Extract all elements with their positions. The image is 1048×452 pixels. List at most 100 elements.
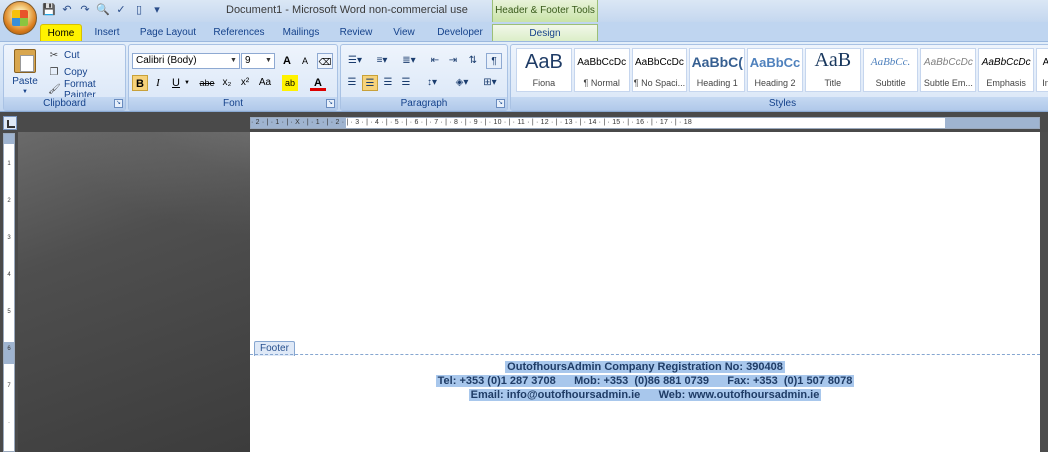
new-document-icon[interactable]: ▯ bbox=[132, 3, 146, 17]
shrink-font-button[interactable]: A bbox=[297, 53, 313, 69]
tab-developer[interactable]: Developer bbox=[432, 24, 488, 41]
style-tile[interactable]: AaBbCcDc Subtle Em... bbox=[920, 48, 977, 92]
style-tile[interactable]: AaBbCcDc ¶ No Spaci... bbox=[631, 48, 688, 92]
footer-content[interactable]: OutofhoursAdmin Company Registration No:… bbox=[250, 360, 1040, 402]
style-tile[interactable]: AaBbCcDc ¶ Normal bbox=[573, 48, 630, 92]
align-center-icon[interactable]: ☰ bbox=[362, 75, 378, 91]
ribbon-tab-bar: Home Insert Page Layout References Maili… bbox=[0, 22, 1048, 41]
paragraph-launcher-icon[interactable]: ↘ bbox=[496, 99, 505, 108]
horizontal-ruler[interactable]: · 2 · | · 1 · | · X · | · 1 · | · 2 · | … bbox=[250, 117, 1040, 129]
bold-button[interactable]: B bbox=[132, 75, 148, 91]
ruler-ticks: · 2 · | · 1 · | · X · | · 1 · | · 2 · | … bbox=[251, 119, 692, 126]
office-button[interactable] bbox=[3, 1, 37, 35]
print-preview-icon[interactable]: 🔍 bbox=[96, 3, 110, 17]
document-page[interactable]: Footer OutofhoursAdmin Company Registrat… bbox=[250, 132, 1040, 452]
style-tile[interactable]: AaBbCc Heading 2 bbox=[747, 48, 803, 92]
save-icon[interactable]: 💾 bbox=[42, 3, 56, 17]
workspace-background bbox=[18, 132, 250, 452]
font-size-value: 9 bbox=[245, 55, 251, 66]
tab-page-layout[interactable]: Page Layout bbox=[136, 24, 200, 41]
paste-label: Paste bbox=[12, 76, 38, 87]
chevron-down-icon[interactable]: ▼ bbox=[183, 75, 191, 91]
decrease-indent-icon[interactable]: ⇤ bbox=[427, 53, 443, 69]
tab-home[interactable]: Home bbox=[40, 24, 82, 41]
undo-icon[interactable]: ↶ bbox=[60, 3, 74, 17]
shading-icon[interactable]: ◈▾ bbox=[451, 75, 473, 91]
paragraph-group: ☰▾ ≡▾ ≣▾ ⇤ ⇥ ⇅ ¶ ☰ ☰ ☰ ☰ ↕▾ ◈▾ ⊞▾ Paragr… bbox=[340, 44, 508, 111]
style-tile[interactable]: AIn bbox=[1036, 48, 1048, 92]
footer-line-company[interactable]: OutofhoursAdmin Company Registration No:… bbox=[505, 361, 785, 373]
spelling-icon[interactable]: ✓ bbox=[114, 3, 128, 17]
clipboard-group: Paste ▼ ✂ Cut ❐ Copy 🖌 Format Painter Cl… bbox=[3, 44, 126, 111]
quick-access-toolbar: 💾 ↶ ↷ 🔍 ✓ ▯ ▾ bbox=[42, 3, 164, 19]
redo-icon[interactable]: ↷ bbox=[78, 3, 92, 17]
style-tile[interactable]: AaBbCcDc Emphasis bbox=[978, 48, 1035, 92]
font-size-combo[interactable]: 9 ▼ bbox=[241, 53, 275, 69]
customize-qat-icon[interactable]: ▾ bbox=[150, 3, 164, 17]
tab-review[interactable]: Review bbox=[334, 24, 378, 41]
style-tile[interactable]: AaBbCc. Subtitle bbox=[862, 48, 919, 92]
align-left-icon[interactable]: ☰ bbox=[344, 75, 360, 91]
chevron-down-icon: ▼ bbox=[230, 57, 237, 64]
change-case-button[interactable]: Aa bbox=[256, 75, 274, 91]
ribbon: Paste ▼ ✂ Cut ❐ Copy 🖌 Format Painter Cl… bbox=[0, 41, 1048, 112]
tab-selector-icon[interactable] bbox=[3, 116, 17, 130]
cut-button[interactable]: ✂ Cut bbox=[48, 48, 80, 63]
subscript-button[interactable]: x₂ bbox=[219, 75, 235, 91]
copy-icon: ❐ bbox=[49, 66, 59, 78]
tab-design[interactable]: Design bbox=[492, 24, 598, 41]
font-name-combo[interactable]: Calibri (Body) ▼ bbox=[132, 53, 240, 69]
scissors-icon: ✂ bbox=[49, 49, 59, 61]
tab-view[interactable]: View bbox=[386, 24, 422, 41]
font-name-value: Calibri (Body) bbox=[136, 55, 197, 66]
multilevel-list-icon[interactable]: ≣▾ bbox=[398, 53, 420, 69]
bullets-icon[interactable]: ☰▾ bbox=[344, 53, 366, 69]
increase-indent-icon[interactable]: ⇥ bbox=[445, 53, 461, 69]
font-group-label: Font bbox=[129, 97, 337, 110]
numbering-icon[interactable]: ≡▾ bbox=[371, 53, 393, 69]
clear-formatting-icon[interactable]: ⌫ bbox=[317, 53, 333, 69]
footer-line-phone[interactable]: Tel: +353 (0)1 287 3708 Mob: +353 (0)86 … bbox=[435, 375, 855, 387]
footer-line-email[interactable]: Email: info@outofhoursadmin.ie Web: www.… bbox=[468, 389, 822, 401]
cut-label: Cut bbox=[64, 50, 80, 61]
copy-label: Copy bbox=[64, 67, 88, 78]
window-title: Document1 - Microsoft Word non-commercia… bbox=[226, 4, 468, 16]
italic-button[interactable]: I bbox=[150, 75, 166, 91]
font-color-button[interactable]: A bbox=[310, 75, 326, 91]
clipboard-group-label: Clipboard bbox=[4, 97, 125, 110]
tab-insert[interactable]: Insert bbox=[88, 24, 126, 41]
underline-button[interactable]: U bbox=[168, 75, 184, 91]
ruler-top-margin bbox=[4, 134, 14, 144]
clipboard-icon bbox=[14, 49, 36, 73]
format-painter-button[interactable]: 🖌 Format Painter bbox=[48, 79, 125, 101]
borders-icon[interactable]: ⊞▾ bbox=[479, 75, 501, 91]
paintbrush-icon: 🖌 bbox=[48, 83, 61, 95]
justify-icon[interactable]: ☰ bbox=[398, 75, 414, 91]
paste-button[interactable]: Paste ▼ bbox=[10, 49, 40, 95]
header-footer-tools-label: Header & Footer Tools bbox=[492, 0, 598, 22]
style-tile[interactable]: AaBbC(Heading 1 bbox=[689, 48, 746, 92]
show-formatting-marks-icon[interactable]: ¶ bbox=[486, 53, 502, 69]
highlight-color-icon[interactable]: ab bbox=[282, 75, 298, 91]
align-right-icon[interactable]: ☰ bbox=[380, 75, 396, 91]
superscript-button[interactable]: x² bbox=[237, 75, 253, 91]
footer-separator bbox=[250, 354, 1040, 355]
vertical-ruler[interactable]: 1 2 3 4 5 6 7 · bbox=[3, 133, 15, 452]
style-tile[interactable]: AaB Fiona bbox=[516, 48, 572, 92]
styles-gallery: AaB Fiona AaBbCcDc ¶ Normal AaBbCcDc ¶ No S… bbox=[516, 48, 1048, 94]
line-spacing-icon[interactable]: ↕▾ bbox=[421, 75, 443, 91]
grow-font-button[interactable]: A bbox=[279, 53, 295, 69]
office-logo-icon bbox=[12, 10, 28, 26]
title-bar: 💾 ↶ ↷ 🔍 ✓ ▯ ▾ Document1 - Microsoft Word… bbox=[0, 0, 1048, 35]
tab-references[interactable]: References bbox=[210, 24, 268, 41]
font-launcher-icon[interactable]: ↘ bbox=[326, 99, 335, 108]
sort-icon[interactable]: ⇅ bbox=[465, 53, 481, 69]
style-tile[interactable]: AaB Title bbox=[804, 48, 861, 92]
workspace-right-edge bbox=[1040, 132, 1048, 452]
vertical-ruler-ticks: 1 2 3 4 5 6 7 · bbox=[7, 161, 11, 426]
paragraph-group-label: Paragraph bbox=[341, 97, 507, 110]
strikethrough-button[interactable]: abe bbox=[197, 75, 217, 91]
clipboard-launcher-icon[interactable]: ↘ bbox=[114, 99, 123, 108]
chevron-down-icon: ▼ bbox=[265, 57, 272, 64]
tab-mailings[interactable]: Mailings bbox=[278, 24, 324, 41]
